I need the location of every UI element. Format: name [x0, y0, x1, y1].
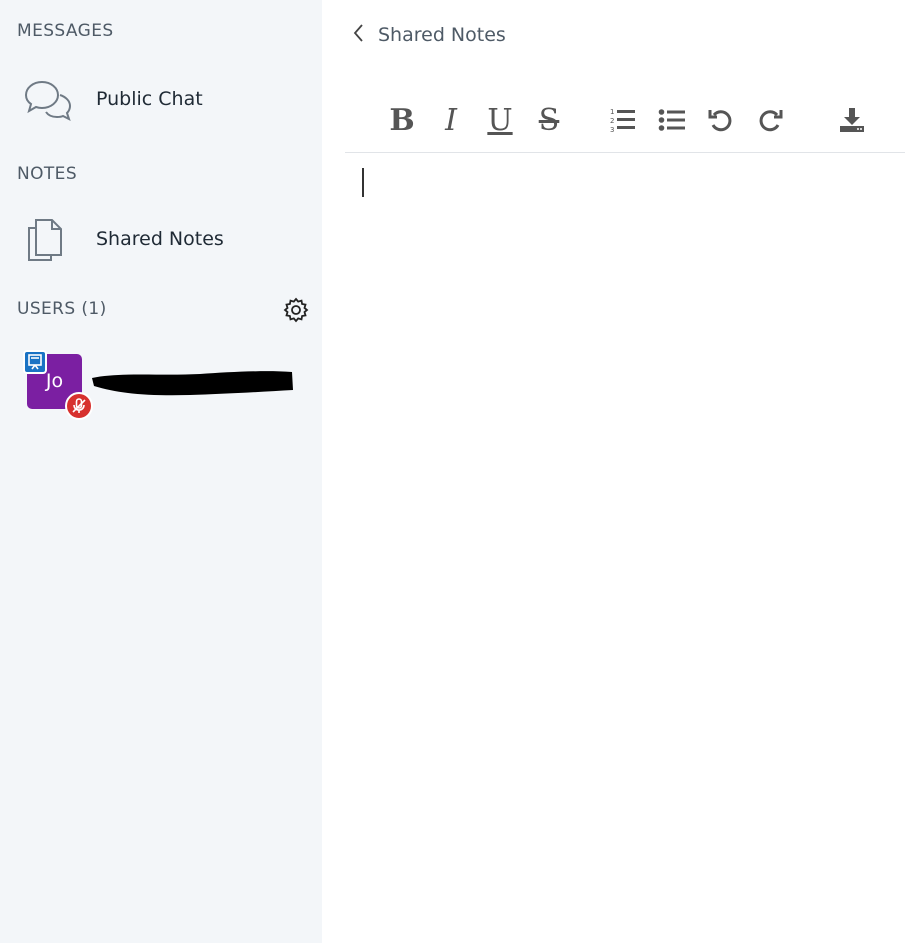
strikethrough-button[interactable]: S	[529, 98, 569, 142]
user-settings-gear-icon[interactable]	[283, 297, 309, 323]
svg-text:2: 2	[610, 117, 614, 125]
microphone-muted-icon	[65, 392, 93, 420]
sidebar: MESSAGES Public Chat NOTES Shared Notes …	[0, 0, 322, 943]
underline-button[interactable]: U	[480, 98, 520, 142]
chevron-left-icon	[352, 23, 364, 47]
documents-icon	[24, 216, 66, 266]
download-button[interactable]	[832, 98, 872, 142]
redacted-user-name	[92, 371, 293, 396]
download-icon	[840, 108, 864, 132]
text-caret	[362, 168, 364, 197]
public-chat-label: Public Chat	[96, 88, 203, 110]
messages-section-title: MESSAGES	[17, 21, 114, 41]
panel-title: Shared Notes	[378, 24, 506, 46]
notes-section-title: NOTES	[17, 164, 78, 184]
user-avatar-initials: Jo	[45, 370, 64, 392]
bullet-list-button[interactable]	[652, 98, 692, 142]
svg-text:3: 3	[610, 126, 614, 134]
shared-notes-panel: Shared Notes B I U S 1 2 3	[322, 0, 917, 943]
italic-button[interactable]: I	[431, 98, 471, 142]
bold-icon: B	[389, 102, 415, 138]
editor-toolbar: B I U S 1 2 3	[322, 98, 917, 142]
ordered-list-icon: 1 2 3	[610, 108, 635, 134]
underline-icon: U	[487, 102, 513, 138]
back-to-shared-notes-button[interactable]: Shared Notes	[352, 20, 506, 50]
undo-icon	[708, 110, 732, 132]
strikethrough-icon: S	[538, 102, 560, 138]
undo-button[interactable]	[701, 98, 741, 142]
chat-bubbles-icon	[24, 78, 72, 126]
redo-icon	[759, 110, 783, 132]
presenter-icon	[23, 350, 47, 374]
shared-notes-item[interactable]: Shared Notes	[0, 210, 322, 270]
public-chat-item[interactable]: Public Chat	[0, 70, 322, 130]
redo-button[interactable]	[750, 98, 790, 142]
bold-button[interactable]: B	[382, 98, 422, 142]
shared-notes-label: Shared Notes	[96, 228, 224, 250]
users-section-title: USERS (1)	[17, 299, 107, 319]
bullet-list-icon	[658, 109, 685, 131]
italic-icon: I	[445, 102, 457, 138]
svg-text:1: 1	[610, 108, 614, 116]
ordered-list-button[interactable]: 1 2 3	[603, 98, 643, 142]
notes-editor[interactable]	[345, 153, 905, 933]
